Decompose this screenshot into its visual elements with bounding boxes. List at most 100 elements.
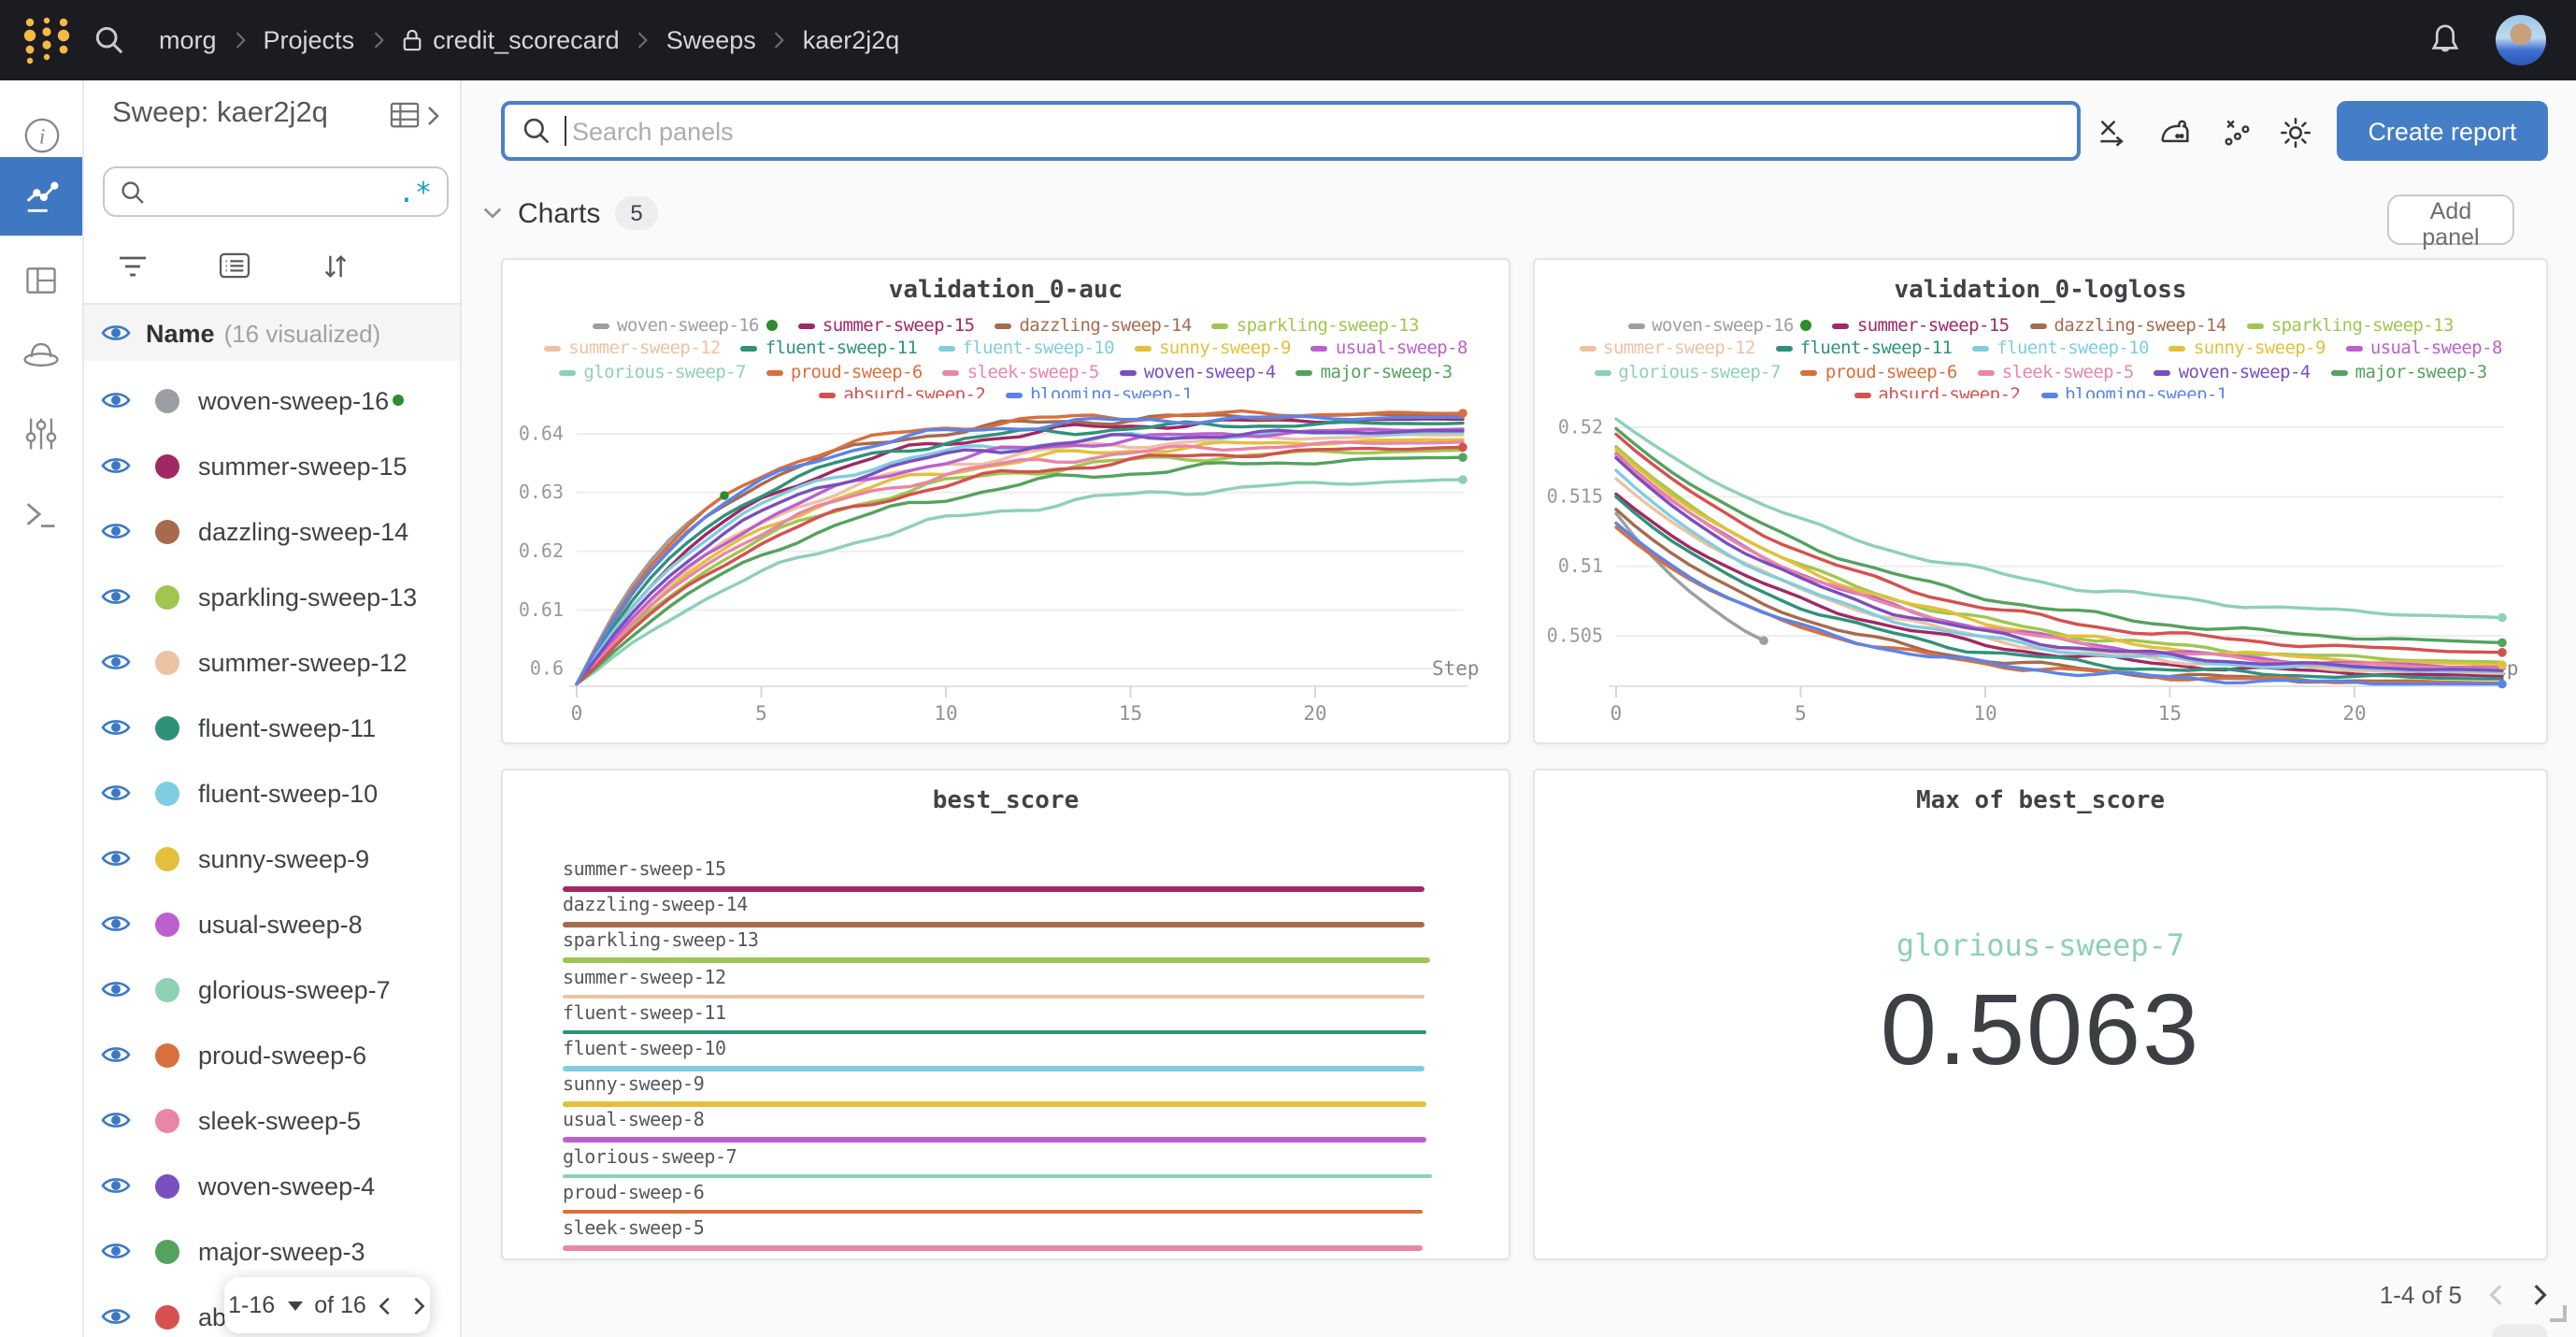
run-color-dot [155,388,179,412]
run-list-item[interactable]: fluent-sweep-11 [82,695,460,760]
sort-icon[interactable] [284,252,385,280]
line-chart[interactable]: 0.6 0.61 0.62 0.63 0.64 Step 0 5 10 15 20 [503,260,1510,744]
sweeps-hat-icon[interactable] [0,316,82,395]
run-list-item[interactable]: fluent-sweep-10 [82,760,460,826]
bar-row[interactable]: usual-sweep-8 [563,1112,1449,1143]
breadcrumb-separator-icon [637,30,650,50]
sliders-icon[interactable] [0,395,82,473]
bell-icon[interactable] [2428,22,2462,58]
eye-icon[interactable] [101,651,131,673]
breadcrumb-item[interactable]: kaer2j2q [803,26,900,54]
filter-icon[interactable] [82,253,183,278]
run-list-item[interactable]: glorious-sweep-7 [82,956,460,1022]
search-icon[interactable] [93,24,125,56]
breadcrumb-item[interactable]: credit_scorecard [401,26,620,54]
bar-row[interactable]: sunny-sweep-9 [563,1075,1449,1107]
run-name: dazzling-sweep-14 [198,517,409,545]
runs-table-icon[interactable] [0,241,82,320]
run-list-item[interactable]: usual-sweep-8 [82,891,460,956]
panel-validation-0-logloss[interactable]: validation_0-logloss woven-sweep-16 summe… [1533,258,2548,744]
eye-icon[interactable] [101,782,131,804]
charts-section-header[interactable]: Charts 5 [482,196,658,230]
run-list-item[interactable]: summer-sweep-12 [82,629,460,695]
run-name: usual-sweep-8 [198,910,363,938]
run-color-dot [155,977,179,1001]
bar-row[interactable]: sparkling-sweep-13 [563,932,1449,963]
resize-handle[interactable] [2550,1305,2567,1322]
run-list-item[interactable]: sparkling-sweep-13 [82,564,460,629]
run-name: summer-sweep-12 [198,648,408,676]
add-panel-button[interactable]: Add panel [2387,194,2514,251]
panel-search-input[interactable] [568,115,2077,147]
chevron-down-icon[interactable] [482,206,503,221]
bar-row[interactable]: dazzling-sweep-14 [563,896,1449,927]
breadcrumb-item[interactable]: Projects [264,26,355,54]
breadcrumb-item[interactable]: morg [159,26,217,54]
avatar[interactable] [2496,15,2546,65]
svg-text:0.62: 0.62 [519,539,564,562]
run-list-item[interactable]: sleek-sweep-5 [82,1087,460,1153]
bar-row[interactable]: proud-sweep-6 [563,1184,1449,1215]
prev-page-icon[interactable] [378,1295,393,1315]
table-panel-icon[interactable] [389,101,421,129]
bar-row[interactable]: fluent-sweep-10 [563,1040,1449,1071]
eye-icon[interactable] [101,716,131,739]
bar-row[interactable]: summer-sweep-12 [563,968,1449,999]
svg-text:5: 5 [1795,702,1807,725]
create-report-button[interactable]: Create report [2337,101,2548,161]
run-color-dot [155,715,179,740]
eye-icon[interactable] [101,1109,131,1131]
smoothing-iron-icon[interactable] [2154,116,2195,150]
line-chart[interactable]: 0.5050.510.5150.52Step0 5 10 15 20 [1535,260,2548,744]
gear-icon[interactable] [2275,116,2316,150]
run-list-item[interactable]: major-sweep-3 [82,1218,460,1284]
prev-panels-icon[interactable] [2488,1283,2505,1307]
eye-icon[interactable] [101,1305,131,1328]
bar-row[interactable]: fluent-sweep-11 [563,1004,1449,1035]
run-list-actions [82,237,460,294]
panel-best-score[interactable]: best_score summer-sweep-15 dazzling-sweep… [501,769,1510,1260]
regex-toggle-icon[interactable]: .* [398,178,432,206]
run-list-item[interactable]: woven-sweep-4 [82,1153,460,1218]
run-search-input[interactable] [157,177,398,207]
eye-icon[interactable] [101,585,131,608]
x-axis-settings-icon[interactable] [2092,116,2133,150]
name-column-label: Name [146,319,215,347]
panel-validation-0-auc[interactable]: validation_0-auc woven-sweep-16 summer-sw… [501,258,1510,744]
list-settings-icon[interactable] [183,252,284,279]
eye-icon[interactable] [101,454,131,477]
terminal-icon[interactable] [0,475,82,553]
eye-icon[interactable] [101,847,131,870]
eye-icon[interactable] [101,389,131,411]
chevron-right-icon[interactable] [424,104,441,126]
next-page-icon[interactable] [411,1295,426,1315]
search-icon [522,116,551,146]
run-list-item[interactable]: woven-sweep-16 [82,367,460,433]
bar-row[interactable]: glorious-sweep-7 [563,1147,1449,1179]
workspace-charts-icon[interactable] [0,157,82,236]
run-list-item[interactable]: summer-sweep-15 [82,433,460,498]
eye-icon[interactable] [101,1043,131,1066]
eye-icon[interactable] [101,1240,131,1262]
eye-icon[interactable] [101,520,131,542]
bar-row[interactable]: sleek-sweep-5 [563,1219,1449,1250]
breadcrumb-separator-icon [371,30,384,50]
outliers-icon[interactable] [2215,116,2256,150]
svg-text:0.61: 0.61 [519,598,564,621]
eye-icon[interactable] [101,913,131,935]
eye-icon[interactable] [101,322,131,344]
breadcrumb-item[interactable]: Sweeps [666,26,756,54]
panel-max-best-score[interactable]: Max of best_score glorious-sweep-7 0.506… [1533,769,2548,1260]
run-list-header[interactable]: Name (16 visualized) [82,303,460,361]
bar-row[interactable]: summer-sweep-15 [563,860,1449,891]
next-panels-icon[interactable] [2531,1283,2548,1307]
bar [563,957,1430,963]
eye-icon[interactable] [101,1174,131,1197]
eye-icon[interactable] [101,978,131,1000]
run-list-item[interactable]: dazzling-sweep-14 [82,498,460,564]
run-list-item[interactable]: sunny-sweep-9 [82,826,460,891]
page-range[interactable]: 1-16 [228,1292,275,1318]
wandb-logo-icon[interactable] [19,12,75,68]
run-name: glorious-sweep-7 [198,975,391,1003]
run-list-item[interactable]: proud-sweep-6 [82,1022,460,1087]
